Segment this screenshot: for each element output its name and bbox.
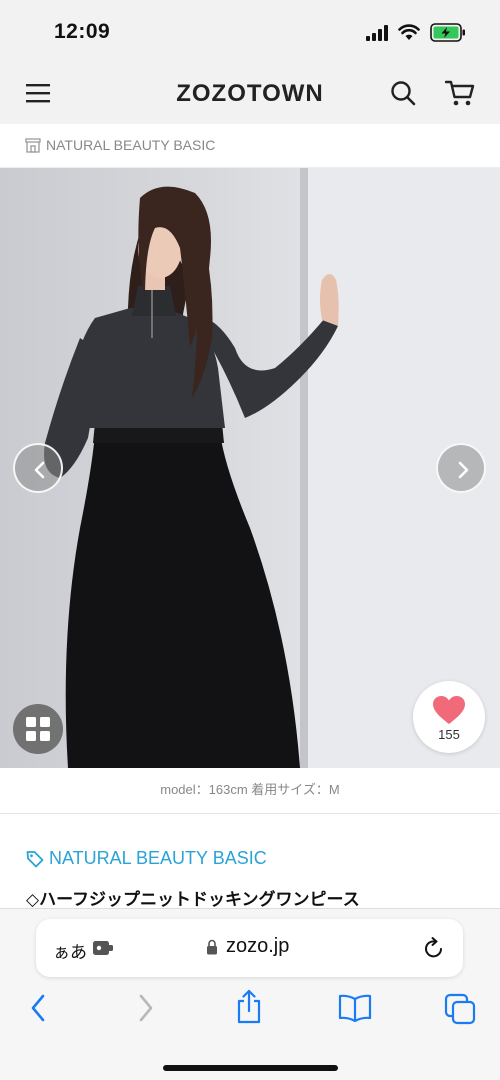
cart-icon[interactable] — [445, 79, 475, 107]
wifi-icon — [398, 24, 420, 40]
browser-chrome: ぁあ zozo.jp — [0, 908, 500, 1080]
product-image-carousel[interactable]: 155 — [0, 168, 500, 768]
product-title: ◇ハーフジップニットドッキングワンピース — [26, 890, 360, 909]
product-photo — [44, 168, 500, 768]
text-size-button[interactable]: ぁあ — [53, 938, 87, 963]
chevron-left-icon — [34, 461, 45, 479]
grid-icon — [26, 717, 50, 741]
shop-icon — [25, 138, 41, 153]
app-header: ZOZOTOWN — [0, 64, 500, 124]
brand-breadcrumb[interactable]: NATURAL BEAUTY BASIC — [0, 124, 500, 168]
brand-breadcrumb-label[interactable]: NATURAL BEAUTY BASIC — [46, 137, 215, 153]
address-bar[interactable]: ぁあ zozo.jp — [36, 919, 463, 977]
share-icon[interactable] — [235, 989, 263, 1025]
previous-image-button[interactable] — [13, 443, 63, 493]
model-size-caption: model：163cm 着用サイズ：M — [0, 768, 500, 814]
status-time: 12:09 — [54, 20, 111, 43]
bookmarks-icon[interactable] — [338, 994, 372, 1022]
next-image-button[interactable] — [436, 443, 486, 493]
battery-charging-icon — [430, 23, 465, 42]
reload-icon[interactable] — [423, 936, 445, 960]
tag-icon — [26, 851, 44, 868]
url-text[interactable]: zozo.jp — [226, 935, 289, 958]
tabs-icon[interactable] — [444, 993, 476, 1025]
back-arrow-icon[interactable] — [28, 993, 48, 1023]
favorite-count: 155 — [438, 727, 460, 742]
browser-toolbar — [0, 989, 500, 1043]
lock-icon — [207, 939, 217, 955]
heart-icon — [433, 696, 465, 724]
forward-arrow-icon[interactable] — [136, 993, 156, 1023]
image-grid-button[interactable] — [13, 704, 63, 754]
brand-link-label[interactable]: NATURAL BEAUTY BASIC — [49, 848, 267, 869]
chevron-right-icon — [458, 461, 469, 479]
home-indicator — [163, 1065, 338, 1071]
cellular-signal-icon — [366, 25, 388, 41]
status-bar: 12:09 — [0, 0, 500, 64]
search-icon[interactable] — [390, 80, 416, 106]
zozotown-logo[interactable]: ZOZOTOWN — [0, 80, 500, 108]
favorite-button[interactable]: 155 — [413, 681, 485, 753]
extension-icon[interactable] — [92, 940, 114, 956]
